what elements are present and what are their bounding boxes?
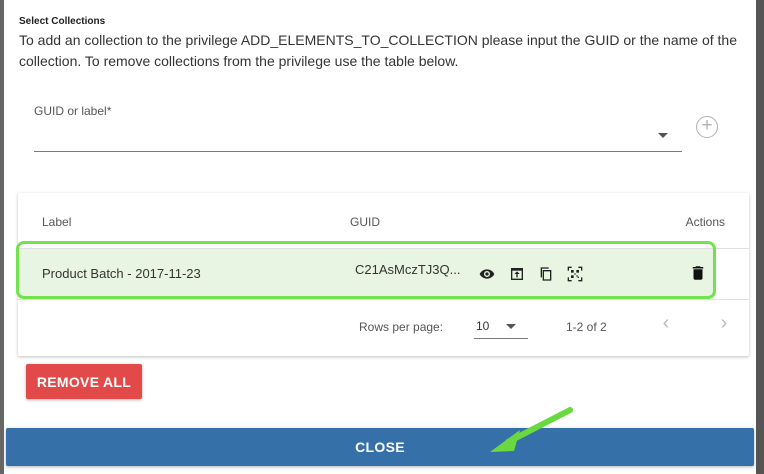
- row-highlight-annotation: [16, 241, 716, 299]
- chevron-down-icon[interactable]: [506, 324, 516, 329]
- remove-all-button[interactable]: REMOVE ALL: [26, 364, 142, 399]
- table-row: Product Batch - 2017-11-23 C21AsMczTJ3Q.…: [16, 241, 716, 299]
- close-button[interactable]: CLOSE: [6, 428, 754, 466]
- dropdown-arrow-icon[interactable]: [658, 133, 668, 138]
- add-collection-button[interactable]: +: [696, 116, 718, 138]
- chevron-left-icon[interactable]: ‹: [658, 313, 674, 333]
- dialog-description: To add an collection to the privilege AD…: [19, 32, 737, 69]
- guid-or-label-field-label: GUID or label*: [34, 104, 112, 118]
- column-header-actions: Actions: [685, 215, 725, 229]
- field-underline: [34, 151, 682, 152]
- column-header-label[interactable]: Label: [42, 215, 71, 229]
- rows-per-page-label: Rows per page:: [359, 320, 444, 334]
- rows-per-page-select[interactable]: 10: [474, 315, 528, 339]
- rows-per-page-value: 10: [476, 319, 490, 333]
- guid-or-label-input[interactable]: [34, 122, 634, 146]
- column-header-guid[interactable]: GUID: [350, 215, 380, 229]
- chevron-right-icon[interactable]: ›: [716, 313, 732, 333]
- dialog-heading: Select Collections: [19, 16, 106, 27]
- pagination: Rows per page: 10 1-2 of 2 ‹ ›: [18, 300, 749, 356]
- backdrop-right: [756, 0, 764, 474]
- collections-table: Label GUID Actions Product Batch - 2017-…: [16, 193, 749, 356]
- pagination-range: 1-2 of 2: [566, 320, 607, 334]
- select-collections-dialog: Select Collections To add an collection …: [4, 0, 756, 474]
- guid-or-label-field[interactable]: GUID or label*: [34, 104, 682, 152]
